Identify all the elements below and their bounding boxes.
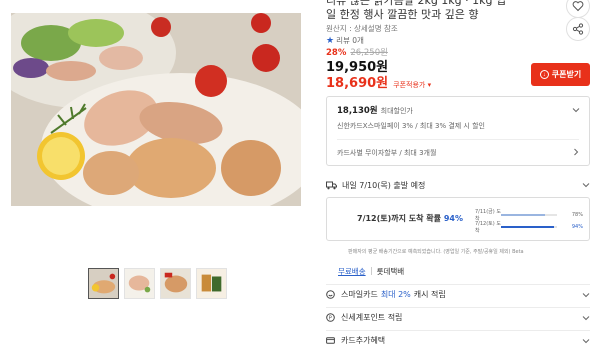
option-label: 신세계포인트 적립 (341, 313, 403, 322)
chevron-down-icon (582, 315, 590, 320)
chevron-right-icon[interactable] (572, 148, 580, 156)
get-coupon-label: 쿠폰받기 (551, 70, 582, 79)
delivery-header[interactable]: 내일 7/10(목) 출발 예정 (326, 178, 590, 192)
arrival-probability: 7/12(토)까지 도착 확률 94% (357, 213, 463, 224)
share-button[interactable] (566, 17, 590, 41)
chevron-down-icon (582, 292, 590, 297)
installment-line: 카드사별 무이자할부 / 최대 3개월 (337, 149, 437, 157)
best-price: 18,130원 최대할인가 (337, 104, 413, 116)
thumbnail-2[interactable] (124, 268, 155, 299)
heart-icon (572, 1, 584, 12)
arrival-bar-fill (501, 214, 545, 216)
arrival-bar-track (501, 214, 557, 216)
divider (370, 267, 372, 275)
arrival-bar-fill (501, 226, 554, 228)
option-label: 카드추가혜택 (341, 336, 386, 345)
card-discount-line: 신한카드X스마일페이 3% / 최대 3% 결제 시 할인 (337, 122, 485, 130)
best-price-value: 18,130원 (337, 106, 378, 116)
chevron-down-icon[interactable] (572, 106, 580, 114)
origin-info: 원산지 : 상세설명 참조 (326, 24, 398, 33)
product-title-line2: 일 한정 행사 깔끔한 맛과 깊은 향 (326, 8, 479, 21)
get-coupon-button[interactable]: ↓ 쿠폰받기 (531, 63, 590, 86)
thumbnail-3[interactable] (160, 268, 191, 299)
smile-card-row[interactable]: 스마일카드 최대 2% 캐시 적립 (326, 284, 590, 304)
coupon-price: 18,690원 (326, 76, 389, 91)
arrival-bar-row: 7/12(토) 도착 94% (475, 221, 585, 234)
arrival-bars: 7/11(금) 도착 78% 7/12(토) 도착 94% (475, 209, 585, 234)
share-icon (572, 23, 584, 35)
thumbnail-strip (88, 268, 227, 299)
product-title-line1: 리뷰 많은 닭가슴살 2kg 1kg · 1kg 입 (326, 0, 507, 7)
arrival-bar-value: 94% (571, 224, 583, 230)
arrival-bar-value: 78% (571, 212, 583, 218)
chevron-down-icon (582, 338, 590, 343)
rating-summary[interactable]: ★ 리뷰 0개 (326, 35, 364, 46)
divider (337, 139, 579, 140)
point-icon: P (326, 313, 335, 322)
card-icon (326, 337, 335, 344)
coupon-price-row: 18,690원 쿠폰적용가 ▾ (326, 72, 431, 91)
chevron-down-icon[interactable] (582, 181, 590, 189)
carrier-name: 롯데택배 (376, 267, 405, 276)
point-row[interactable]: P 신세계포인트 적립 (326, 307, 590, 327)
arrival-bar-label: 7/12(토) 도착 (475, 221, 501, 234)
option-accent: 최대 2% (380, 290, 411, 299)
wishlist-button[interactable] (566, 0, 590, 18)
star-icon: ★ (326, 35, 335, 46)
svg-text:P: P (329, 316, 332, 322)
smile-card-icon (326, 290, 335, 299)
best-price-label: 최대할인가 (380, 107, 413, 115)
coupon-price-label[interactable]: 쿠폰적용가 ▾ (393, 80, 431, 90)
truck-icon (326, 181, 337, 189)
card-extra-row[interactable]: 카드추가혜택 (326, 330, 590, 350)
review-count-link[interactable]: 리뷰 0개 (336, 35, 364, 46)
card-benefit-box: 18,130원 최대할인가 신한카드X스마일페이 3% / 최대 3% 결제 시… (326, 96, 590, 166)
arrival-probability-box: 7/12(토)까지 도착 확률 94% 7/11(금) 도착 78% 7/12(… (326, 197, 590, 241)
main-product-image (11, 13, 301, 206)
thumbnail-1[interactable] (88, 268, 119, 299)
arrival-bar-track (501, 226, 557, 228)
arrival-text: 7/12(토)까지 도착 확률 (357, 214, 442, 223)
option-label: 스마일카드 (341, 290, 378, 299)
download-icon: ↓ (539, 70, 549, 79)
thumbnail-4[interactable] (196, 268, 227, 299)
delivery-section: 내일 7/10(목) 출발 예정 7/12(토)까지 도착 확률 94% 7/1… (326, 178, 590, 255)
product-title: 리뷰 많은 닭가슴살 2kg 1kg · 1kg 입 일 한정 행사 깔끔한 맛… (326, 0, 564, 22)
delivery-note: 판매자의 평균 배송기간으로 예측되었습니다. (영업일 기준, 주말/공휴일 … (348, 249, 524, 255)
shipping-links: 무료배송 롯데택배 (338, 266, 404, 277)
delivery-date: 내일 7/10(목) 출발 예정 (342, 180, 426, 190)
option-suffix: 캐시 적립 (413, 290, 446, 299)
arrival-percent: 94% (443, 214, 463, 223)
free-shipping-link[interactable]: 무료배송 (338, 266, 366, 277)
